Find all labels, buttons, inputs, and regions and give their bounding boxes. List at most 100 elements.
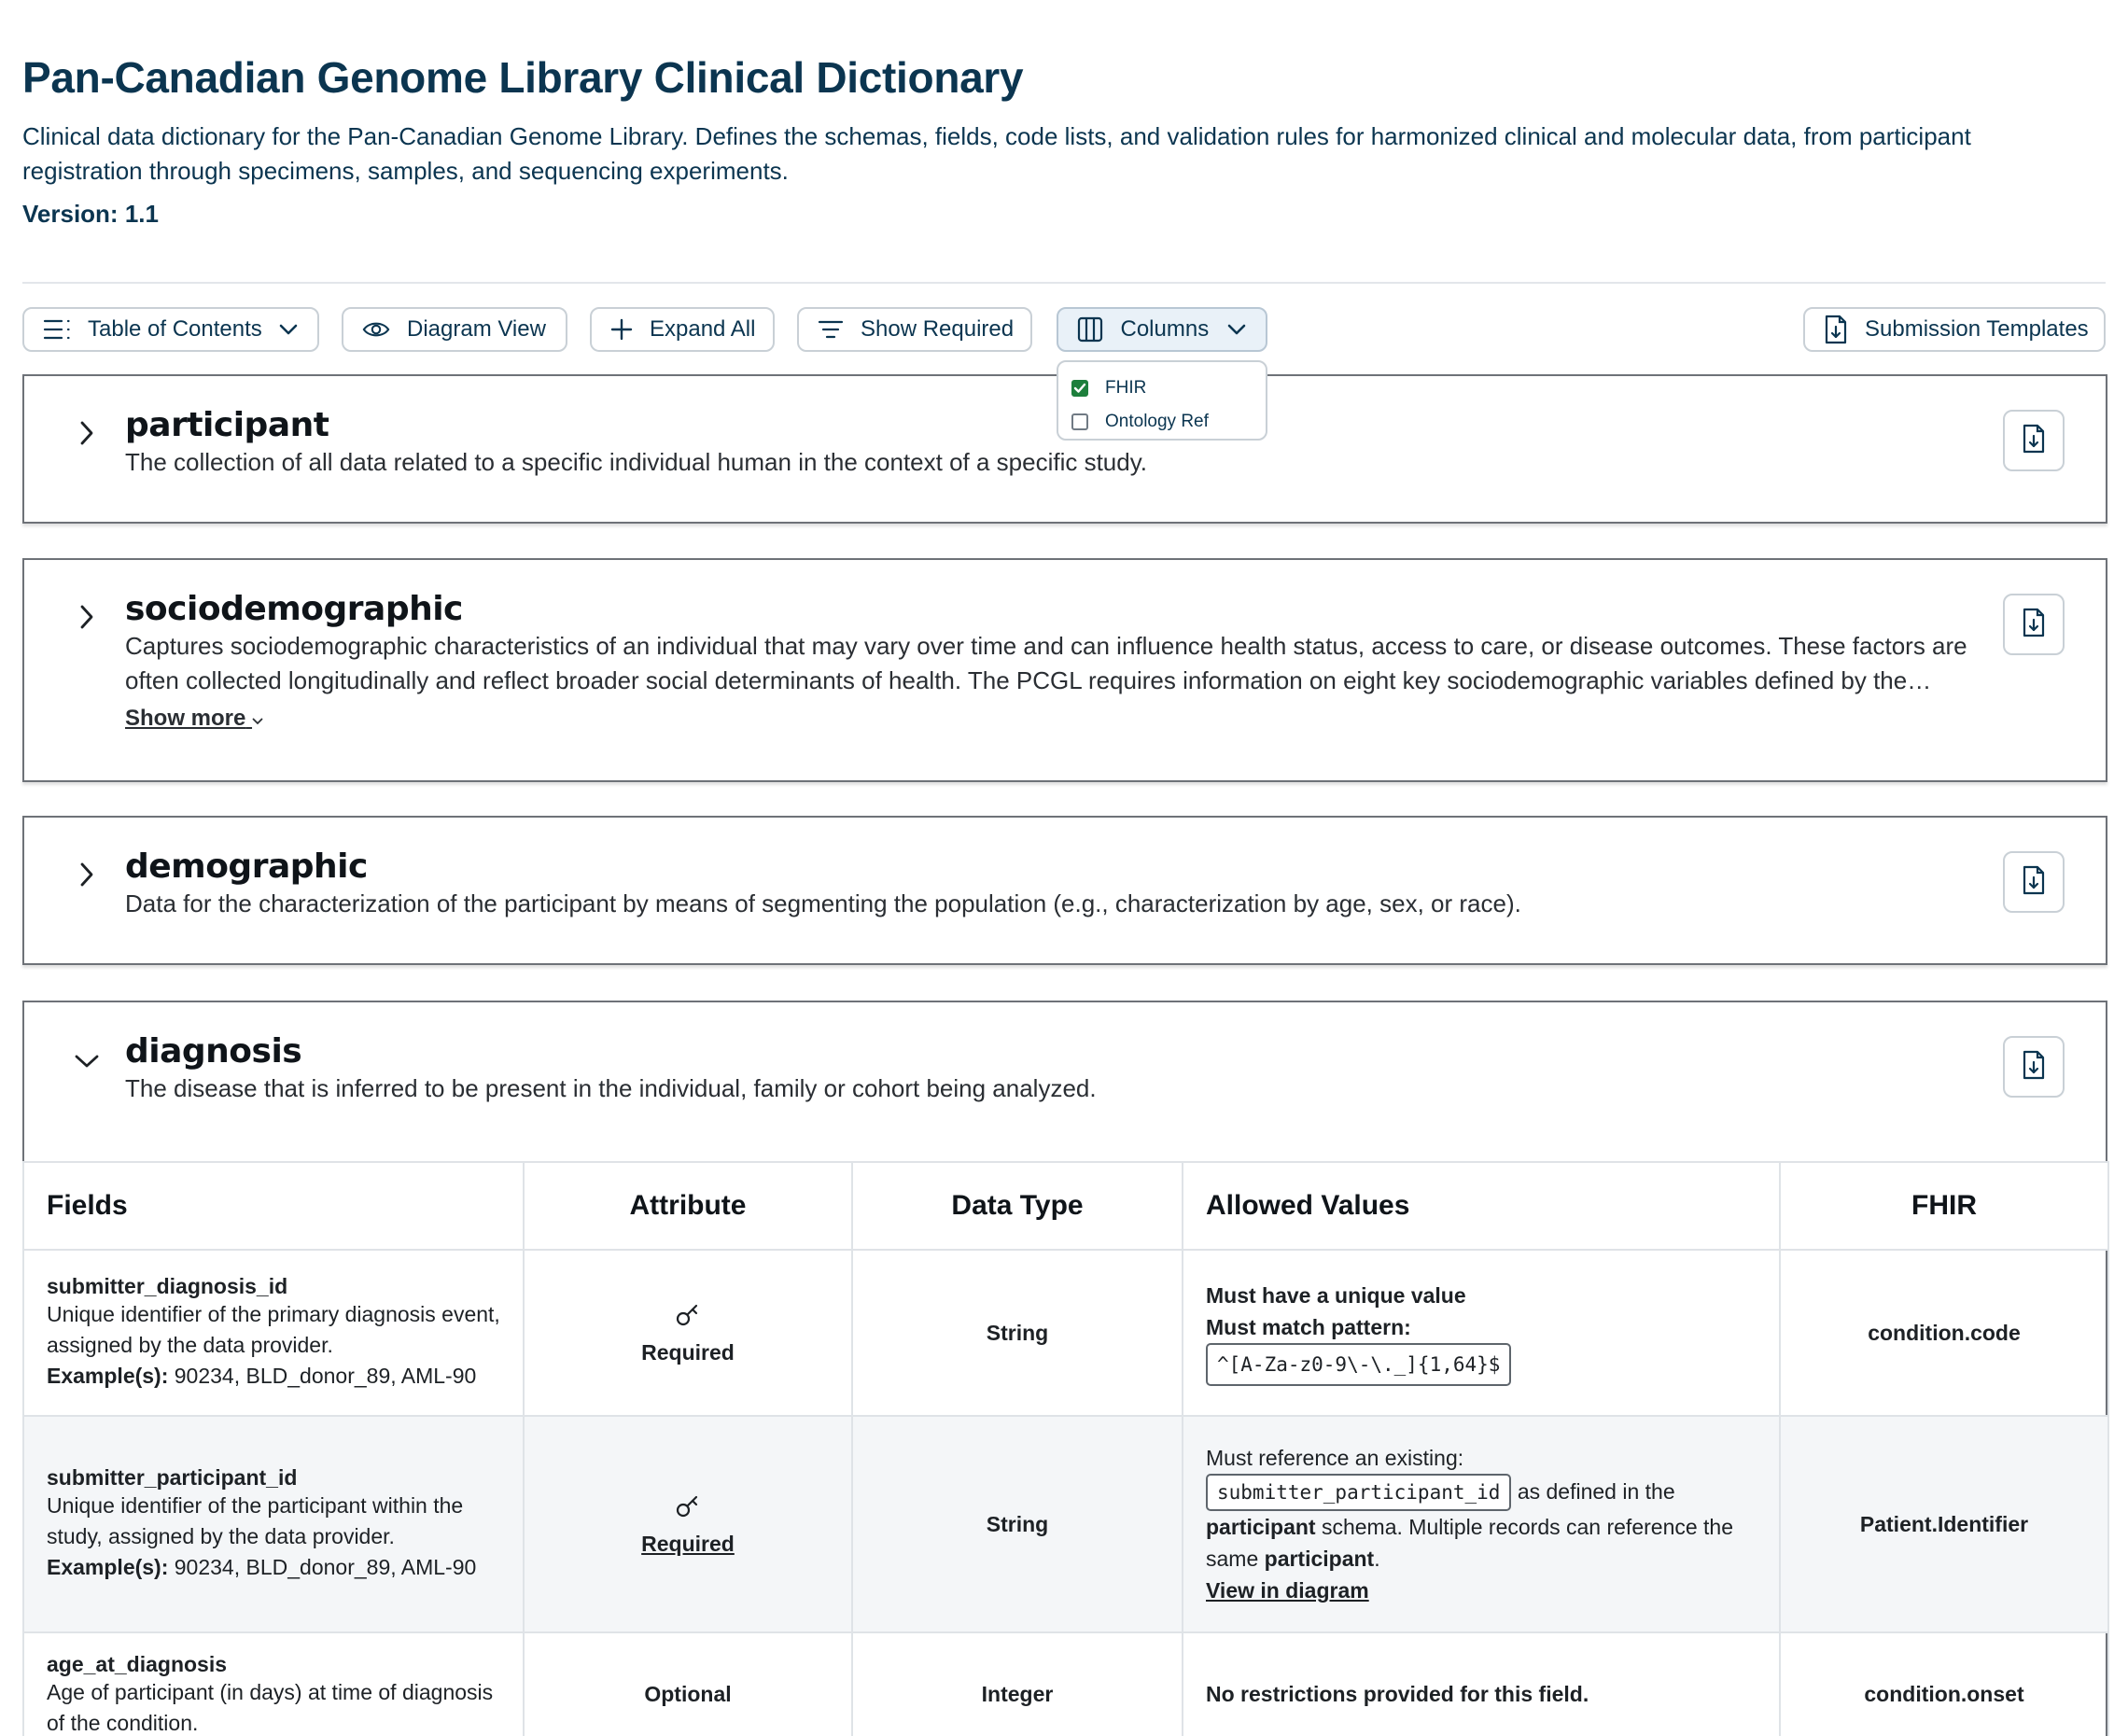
file-download-icon <box>2022 608 2046 642</box>
show-more-link[interactable]: Show more <box>125 706 263 732</box>
column-option-fhir[interactable]: FHIR <box>1071 371 1253 405</box>
attribute-cell: Required <box>523 1415 853 1633</box>
download-template-button[interactable] <box>2003 1036 2065 1098</box>
field-description: Age of participant (in days) at time of … <box>47 1680 494 1735</box>
schema-card-sociodemographic: sociodemographic Captures sociodemograph… <box>22 558 2107 782</box>
file-download-icon <box>2022 424 2046 458</box>
columns-button[interactable]: Columns <box>1057 307 1267 352</box>
page-header: Pan-Canadian Genome Library Clinical Dic… <box>22 52 2106 229</box>
diagram-view-button[interactable]: Diagram View <box>342 307 567 352</box>
allowed-unique: Must have a unique value <box>1206 1283 1466 1308</box>
expand-all-label: Expand All <box>650 316 756 342</box>
schema-description: Data for the characterization of the par… <box>125 889 1521 917</box>
schema-description: Captures sociodemographic characteristic… <box>125 632 1967 694</box>
fields-table: Fields Attribute Data Type Allowed Value… <box>22 1161 2109 1736</box>
column-header-fields[interactable]: Fields <box>22 1161 525 1251</box>
allowed-pattern-label: Must match pattern: <box>1206 1315 1411 1339</box>
chevron-down-icon <box>279 318 299 341</box>
submission-templates-button[interactable]: Submission Templates <box>1803 307 2106 352</box>
field-cell: age_at_diagnosis Age of participant (in … <box>22 1631 525 1736</box>
chevron-down-icon[interactable] <box>73 1047 101 1075</box>
data-type-cell: Integer <box>851 1631 1183 1736</box>
plus-icon <box>610 315 633 343</box>
allowed-schema-2: participant <box>1264 1547 1375 1571</box>
field-name: age_at_diagnosis <box>47 1652 228 1676</box>
expand-all-button[interactable]: Expand All <box>590 307 775 352</box>
diagram-view-label: Diagram View <box>407 316 546 342</box>
checkbox-checked-icon[interactable] <box>1071 380 1088 397</box>
examples-label: Example(s): <box>47 1555 169 1579</box>
schema-description: The disease that is inferred to be prese… <box>125 1074 1097 1102</box>
table-row: age_at_diagnosis Age of participant (in … <box>22 1631 2109 1736</box>
schema-name[interactable]: sociodemographic <box>125 590 463 628</box>
schema-name[interactable]: diagnosis <box>125 1032 302 1071</box>
download-template-button[interactable] <box>2003 594 2065 655</box>
field-name: submitter_diagnosis_id <box>47 1274 288 1298</box>
column-header-fhir[interactable]: FHIR <box>1779 1161 2109 1251</box>
columns-dropdown: FHIR Ontology Ref <box>1057 360 1267 441</box>
column-option-ontology-ref[interactable]: Ontology Ref <box>1071 405 1253 439</box>
field-cell: submitter_diagnosis_id Unique identifier… <box>22 1249 525 1417</box>
chevron-right-icon[interactable] <box>73 603 101 631</box>
page-description: Clinical data dictionary for the Pan-Can… <box>22 122 1971 185</box>
schema-name[interactable]: participant <box>125 406 329 444</box>
column-option-label: Ontology Ref <box>1105 412 1209 431</box>
show-more-label: Show more <box>125 706 246 731</box>
column-option-label: FHIR <box>1105 378 1147 398</box>
field-description: Unique identifier of the primary diagnos… <box>47 1302 500 1357</box>
page-title: Pan-Canadian Genome Library Clinical Dic… <box>22 53 1024 102</box>
data-type-cell: String <box>851 1249 1183 1417</box>
field-name: submitter_participant_id <box>47 1465 298 1490</box>
field-description: Unique identifier of the participant wit… <box>47 1493 464 1548</box>
key-icon <box>525 1301 851 1335</box>
schema-description: The collection of all data related to a … <box>125 448 1148 476</box>
checkbox-unchecked-icon[interactable] <box>1071 413 1088 430</box>
columns-label: Columns <box>1120 316 1210 342</box>
fhir-cell: condition.code <box>1779 1249 2109 1417</box>
download-template-button[interactable] <box>2003 410 2065 471</box>
schema-name[interactable]: demographic <box>125 847 368 886</box>
attribute-required-link[interactable]: Required <box>525 1532 851 1557</box>
chevron-down-icon <box>1225 318 1247 341</box>
chevron-down-icon <box>252 706 263 731</box>
fhir-cell: condition.onset <box>1779 1631 2109 1736</box>
allowed-reference-intro: Must reference an existing: <box>1206 1446 1464 1470</box>
allowed-values-cell: No restrictions provided for this field. <box>1182 1631 1781 1736</box>
key-icon <box>525 1492 851 1526</box>
pattern-code: ^[A-Za-z0-9\-\._]{1,64}$ <box>1206 1343 1512 1386</box>
allowed-schema: participant <box>1206 1515 1316 1539</box>
field-cell: submitter_participant_id Unique identifi… <box>22 1415 525 1633</box>
view-in-diagram-link[interactable]: View in diagram <box>1206 1575 1757 1606</box>
fhir-cell: Patient.Identifier <box>1779 1415 2109 1633</box>
attribute-optional: Optional <box>523 1631 853 1736</box>
chevron-right-icon[interactable] <box>73 419 101 447</box>
show-required-label: Show Required <box>861 316 1015 342</box>
chevron-right-icon[interactable] <box>73 861 101 889</box>
field-examples: Example(s): 90234, BLD_donor_89, AML-90 <box>47 1361 500 1392</box>
column-header-attribute[interactable]: Attribute <box>523 1161 853 1251</box>
table-row: submitter_participant_id Unique identifi… <box>22 1415 2109 1633</box>
table-of-contents-button[interactable]: Table of Contents <box>22 307 319 352</box>
toolbar: Table of Contents Diagram View Expand Al… <box>0 307 2128 352</box>
eye-icon <box>362 315 390 343</box>
show-required-button[interactable]: Show Required <box>797 307 1032 352</box>
schema-card-demographic: demographic Data for the characterizatio… <box>22 816 2107 965</box>
file-download-icon <box>2022 1050 2046 1085</box>
table-header-row: Fields Attribute Data Type Allowed Value… <box>22 1161 2109 1251</box>
attribute-required: Required <box>641 1339 735 1365</box>
download-template-button[interactable] <box>2003 851 2065 913</box>
examples-value: 90234, BLD_donor_89, AML-90 <box>174 1555 477 1579</box>
reference-code: submitter_participant_id <box>1206 1474 1512 1511</box>
table-of-contents-label: Table of Contents <box>88 316 262 342</box>
header-divider <box>22 282 2106 284</box>
examples-value: 90234, BLD_donor_89, AML-90 <box>174 1364 477 1388</box>
data-type-cell: String <box>851 1415 1183 1633</box>
attribute-cell: Required <box>523 1249 853 1417</box>
allowed-reference-text: submitter_participant_id as defined in t… <box>1206 1474 1757 1575</box>
column-header-allowed-values[interactable]: Allowed Values <box>1182 1161 1781 1251</box>
allowed-values-cell: Must have a unique value Must match patt… <box>1182 1249 1781 1417</box>
table-row: submitter_diagnosis_id Unique identifier… <box>22 1249 2109 1417</box>
filter-icon <box>818 315 844 343</box>
allowed-as-text: as defined in the <box>1517 1479 1675 1504</box>
column-header-data-type[interactable]: Data Type <box>851 1161 1183 1251</box>
